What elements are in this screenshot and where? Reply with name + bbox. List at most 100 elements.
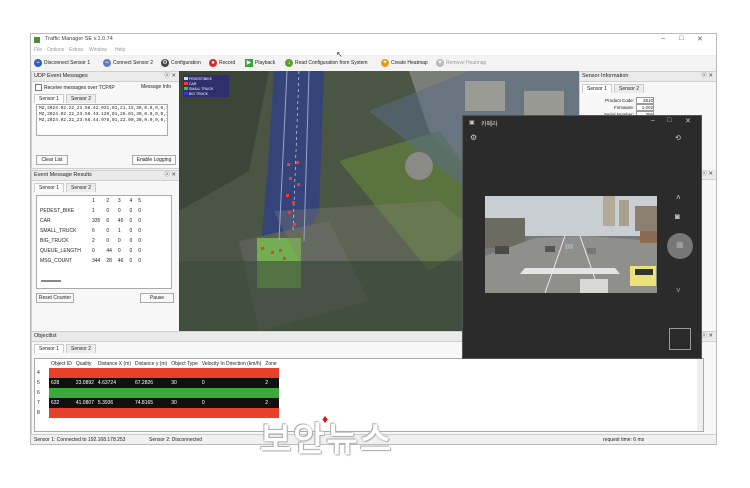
table-row[interactable]: 6 [35,388,279,398]
objectlist-table: Object ID Quality Distance X (m) Distanc… [35,359,279,418]
configuration-button[interactable]: ⚙ Configuration [161,59,201,67]
tab-sensor2[interactable]: Sensor 2 [66,344,97,353]
event-results-table: 1 2 3 4 5 PEDEST_BIKE 1 0 0 0 0 CAR 335 6 45 0 0 S… [37,196,144,266]
pause-button[interactable]: Pause [140,293,174,303]
legend-swatch [184,87,188,90]
video-mode-icon: ▦ [676,240,684,249]
minimize-icon[interactable]: – [651,117,655,124]
table-row: BIG_TRUCK 2 0 0 0 0 [40,238,142,244]
table-row[interactable]: 5 628 23.0892 4.63724 67.2826 30 0 2 [35,378,279,388]
close-icon[interactable]: ✕ [697,35,703,43]
close-icon[interactable]: ⓧ ✕ [164,171,176,180]
switch-camera-icon[interactable]: ⟲ [675,134,681,142]
table-header-row: Object ID Quality Distance X (m) Distanc… [35,359,279,368]
gallery-thumbnail[interactable] [669,328,691,350]
close-icon[interactable]: ⓧ ✕ [701,332,713,341]
playback-button[interactable]: ▶ Playback [245,59,275,67]
window-title: Traffic Manager SE v.1.0.74 [45,36,113,42]
plug-icon: ⌁ [34,59,42,67]
menu-extras[interactable]: Extras [69,47,83,53]
table-row: CAR 335 6 45 0 0 [40,218,142,224]
event-results-panel: Event Message Results ⓧ ✕ Sensor 1 Sensor… [31,170,180,332]
table-row: SMALL_TRUCK 6 0 1 0 0 [40,228,142,234]
close-icon[interactable]: ⓧ ✕ [164,72,176,81]
app-icon [34,37,40,43]
tcp-checkbox[interactable] [35,84,42,91]
tab-sensor1[interactable]: Sensor 1 [34,183,65,192]
field-row: Product Code: 3810 [605,97,654,104]
enable-logging-button[interactable]: Enable Logging [132,155,176,165]
table-row[interactable]: 8 [35,408,279,418]
menu-help[interactable]: Help [115,47,125,53]
camera-icon[interactable]: ◙ [675,212,680,221]
camera-title: 카메라 [481,121,498,128]
connect-sensor2-button[interactable]: ⌁ Connect Sensor 2 [103,59,153,67]
sensor-info-tabs: Sensor 1 Sensor 2 [582,84,646,93]
heatmap-icon: ✦ [436,59,444,67]
menu-window[interactable]: Window [89,47,107,53]
product-code-value: 3810 [636,97,654,104]
legend-swatch [184,77,188,80]
event-results-header: Event Message Results ⓧ ✕ [32,171,179,181]
chevron-up-icon[interactable]: ˄ [676,193,681,202]
maximize-icon[interactable]: □ [667,117,671,124]
camera-window: ▣ 카메라 – □ ✕ ⚙ ⟲ ˄ ◙ ▦ ˅ [462,115,702,359]
gear-icon: ⚙ [161,59,169,67]
menu-file[interactable]: File [34,47,42,53]
sensor2-status: Sensor 2: Disconnected [149,437,203,443]
title-bar: Traffic Manager SE v.1.0.74 – □ ✕ [31,34,716,46]
watermark-pin-icon: ♦ [322,412,329,426]
chevron-down-icon[interactable]: ˅ [676,286,681,295]
minimize-icon[interactable]: – [661,35,665,42]
tab-sensor1[interactable]: Sensor 1 [582,84,613,93]
tab-sensor1[interactable]: Sensor 1 [34,94,65,103]
tab-sensor2[interactable]: Sensor 2 [66,94,97,103]
cursor-icon: ↖ [336,50,343,59]
clear-list-button[interactable]: Clear List [36,155,68,165]
legend-swatch [184,92,188,95]
tab-sensor2[interactable]: Sensor 2 [614,84,645,93]
map-legend: PEDEST/BIKE CAR SMALL TRUCK BIG TRUCK [183,75,229,97]
tab-sensor1[interactable]: Sensor 1 [34,344,65,353]
menu-options[interactable]: Options [47,47,64,53]
remove-heatmap-button[interactable]: ✦ Remove Heatmap [436,59,486,67]
objectlist-scrollbar[interactable] [697,359,703,431]
sensor1-status: Sensor 1: Connected to 192.168.178.253 [34,437,126,443]
table-row[interactable]: 4 [35,368,279,378]
close-icon[interactable]: ✕ [685,117,691,125]
gear-icon[interactable]: ⚙ [470,133,477,142]
udp-panel-header: UDP Event Messages ⓧ ✕ [32,72,179,82]
udp-tabs: Sensor 1 Sensor 2 [34,94,98,103]
scrollbar-thumb[interactable] [41,280,61,282]
close-icon[interactable]: ⓧ ✕ [701,72,713,81]
toolbar: ⌁ Disconnect Sensor 1 ⌁ Connect Sensor 2 ⚙… [31,56,716,72]
capture-button[interactable]: ▦ [667,233,693,259]
tcp-checkbox-row[interactable]: Receive messages over TCP/IP [35,84,115,91]
objectlist-tabs: Sensor 1 Sensor 2 [34,344,98,353]
tab-sensor2[interactable]: Sensor 2 [66,183,97,192]
plug-icon: ⌁ [103,59,111,67]
table-row: PEDEST_BIKE 1 0 0 0 0 [40,208,142,214]
request-time: request time: 6 ms [603,437,645,443]
udp-log-list[interactable]: MZ,2024.02.22_23.56.42.031,01,21.15,30,0… [36,104,168,136]
legend-item: BIG TRUCK [184,91,228,96]
disconnect-sensor1-button[interactable]: ⌁ Disconnect Sensor 1 [34,59,90,67]
create-heatmap-button[interactable]: ✦ Create Heatmap [381,59,428,67]
record-button[interactable]: ● Record [209,59,235,67]
camera-app-icon: ▣ [469,120,475,126]
list-item: MZ,2024.02.22_23.56.44.978,01,22.00,30,0… [39,118,168,123]
legend-swatch [184,82,188,85]
camera-preview [485,196,657,293]
download-icon: ↓ [285,59,293,67]
play-icon: ▶ [245,59,253,67]
reset-counter-button[interactable]: Reset Counter [36,293,74,303]
maximize-icon[interactable]: □ [679,35,683,42]
event-results-tabs: Sensor 1 Sensor 2 [34,183,98,192]
record-icon: ● [209,59,217,67]
read-config-button[interactable]: ↓ Read Configuration from System [285,59,368,67]
table-header-row: 1 2 3 4 5 [92,198,142,204]
close-icon[interactable]: ⓧ ✕ [701,170,713,179]
table-row[interactable]: 7 632 41.0807 5.3936 74.8165 30 0 2 [35,398,279,408]
message-info-button[interactable]: Message Info [136,83,176,91]
menu-bar: File Options Extras Window Help [31,46,716,55]
